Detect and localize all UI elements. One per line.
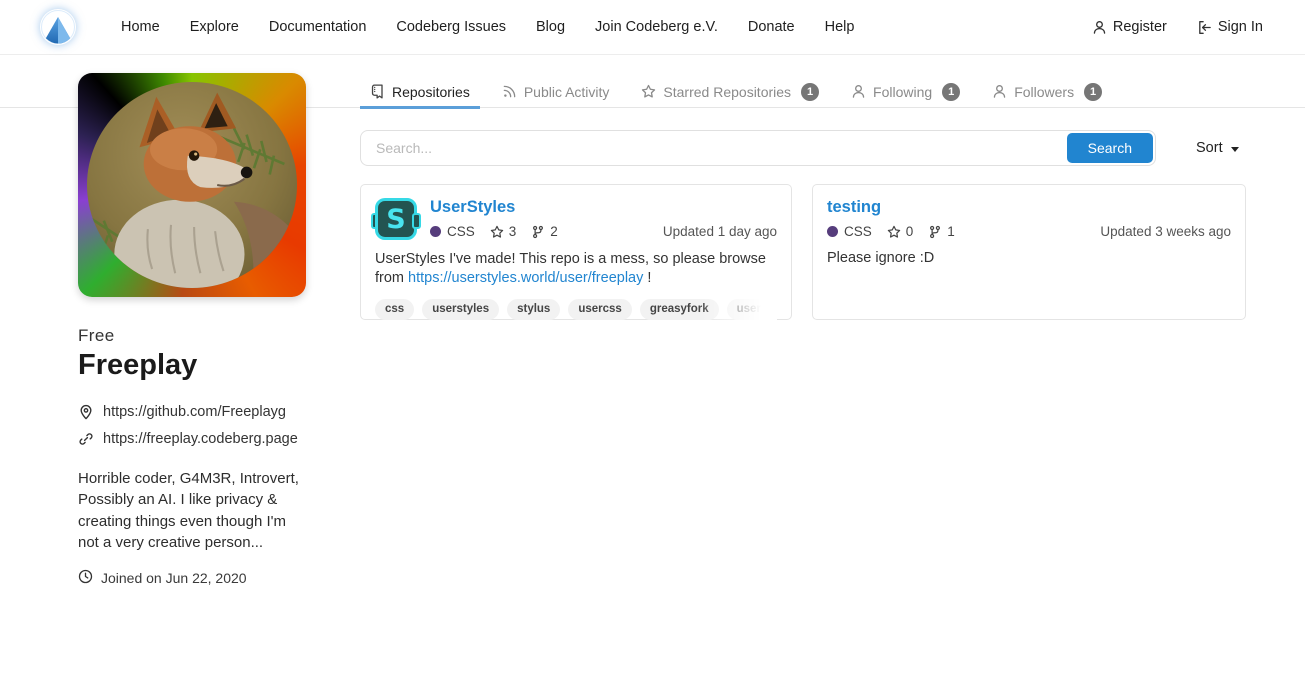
search-button[interactable]: Search <box>1067 133 1153 163</box>
person-icon <box>992 84 1007 99</box>
sign-in-label: Sign In <box>1218 19 1263 35</box>
tab-starred-repositories[interactable]: Starred Repositories 1 <box>631 75 829 108</box>
star-icon <box>490 225 504 239</box>
sign-in-link[interactable]: Sign In <box>1197 19 1263 35</box>
repo-topics: css userstyles stylus usercss greasyfork… <box>375 299 777 320</box>
profile-website-row: https://freeplay.codeberg.page <box>78 431 310 447</box>
topic-tag[interactable]: userstyles <box>422 299 499 320</box>
repo-search: Search <box>360 130 1156 166</box>
clock-icon <box>78 569 93 587</box>
repo-icon <box>370 84 385 99</box>
repo-fork-count: 1 <box>947 224 955 239</box>
profile-bio: Horrible coder, G4M3R, Introvert, Possib… <box>78 468 310 553</box>
profile-links: https://github.com/Freeplayg https://fre… <box>78 404 310 447</box>
git-fork-icon <box>531 225 545 239</box>
repository-list: S UserStyles CSS 3 <box>360 184 1246 320</box>
repo-meta-row: CSS 0 1 Updated 3 weeks ago <box>827 224 1231 239</box>
location-pin-icon <box>78 404 94 420</box>
nav-item-join-codeberg[interactable]: Join Codeberg e.V. <box>580 19 733 35</box>
profile-sidebar: Free Freeplay https://github.com/Freepla… <box>78 73 310 587</box>
repo-language: CSS <box>844 224 872 239</box>
nav-item-home[interactable]: Home <box>106 19 175 35</box>
rss-icon <box>502 84 517 99</box>
main-content: Repositories Public Activity Starred Rep… <box>360 75 1246 320</box>
register-link[interactable]: Register <box>1092 19 1167 35</box>
nav-item-help[interactable]: Help <box>810 19 870 35</box>
repo-avatar[interactable]: S <box>375 198 417 240</box>
repo-star-count: 3 <box>509 224 517 239</box>
language-dot <box>430 226 441 237</box>
profile-joined-date: Joined on Jun 22, 2020 <box>101 570 247 586</box>
nav-item-documentation[interactable]: Documentation <box>254 19 382 35</box>
profile-location-row: https://github.com/Freeplayg <box>78 404 310 420</box>
sort-label: Sort <box>1196 140 1223 156</box>
repo-title-link[interactable]: UserStyles <box>430 198 777 217</box>
tab-label: Public Activity <box>524 84 610 100</box>
repo-title-link[interactable]: testing <box>827 198 1231 217</box>
topic-tag[interactable]: stylus <box>507 299 560 320</box>
register-label: Register <box>1113 19 1167 35</box>
tab-label: Starred Repositories <box>663 84 791 100</box>
followers-count-badge: 1 <box>1084 83 1102 101</box>
topic-tag[interactable]: greasyfork <box>640 299 719 320</box>
sort-dropdown[interactable]: Sort <box>1196 140 1239 156</box>
repo-updated: Updated 1 day ago <box>663 224 777 239</box>
nav-item-codeberg-issues[interactable]: Codeberg Issues <box>381 19 521 35</box>
link-icon <box>78 431 94 447</box>
sign-in-icon <box>1197 20 1212 35</box>
site-header: Home Explore Documentation Codeberg Issu… <box>0 0 1305 55</box>
repo-description: UserStyles I've made! This repo is a mes… <box>375 250 777 288</box>
fox-photo <box>87 82 297 288</box>
profile-joined-row: Joined on Jun 22, 2020 <box>78 569 310 587</box>
person-icon <box>1092 20 1107 35</box>
person-icon <box>851 84 866 99</box>
description-link[interactable]: https://userstyles.world/user/freeplay <box>408 270 643 286</box>
profile-full-name: Free <box>78 326 310 346</box>
header-right: Register Sign In <box>1092 19 1263 35</box>
tab-label: Followers <box>1014 84 1074 100</box>
tab-following[interactable]: Following 1 <box>841 75 970 108</box>
repo-language: CSS <box>447 224 475 239</box>
tab-label: Following <box>873 84 932 100</box>
topic-tag[interactable]: usercss <box>568 299 631 320</box>
userstyles-logo-icon: S <box>375 198 417 240</box>
codeberg-profile-page: Home Explore Documentation Codeberg Issu… <box>0 0 1305 699</box>
nav-item-explore[interactable]: Explore <box>175 19 254 35</box>
tab-repositories[interactable]: Repositories <box>360 75 480 108</box>
starred-count-badge: 1 <box>801 83 819 101</box>
profile-github-link[interactable]: https://github.com/Freeplayg <box>103 404 286 420</box>
profile-website-link[interactable]: https://freeplay.codeberg.page <box>103 431 298 447</box>
tab-label: Repositories <box>392 84 470 100</box>
codeberg-logo[interactable] <box>40 9 76 45</box>
nav-item-donate[interactable]: Donate <box>733 19 810 35</box>
tab-followers[interactable]: Followers 1 <box>982 75 1112 108</box>
tab-public-activity[interactable]: Public Activity <box>492 75 620 108</box>
repo-fork-count: 2 <box>550 224 558 239</box>
repo-card-userstyles: S UserStyles CSS 3 <box>360 184 792 320</box>
profile-tabs: Repositories Public Activity Starred Rep… <box>360 75 1246 108</box>
main-nav: Home Explore Documentation Codeberg Issu… <box>106 19 869 35</box>
language-dot <box>827 226 838 237</box>
topic-tag[interactable]: userstyle <box>727 299 777 320</box>
search-row: Search Sort <box>360 130 1246 166</box>
topic-tag[interactable]: css <box>375 299 414 320</box>
following-count-badge: 1 <box>942 83 960 101</box>
search-input[interactable] <box>363 140 1067 156</box>
repo-updated: Updated 3 weeks ago <box>1100 224 1231 239</box>
repo-card-testing: testing CSS 0 1 Updated 3 weeks ago <box>812 184 1246 320</box>
git-fork-icon <box>928 225 942 239</box>
profile-username: Freeplay <box>78 349 310 382</box>
chevron-down-icon <box>1231 147 1239 152</box>
repo-description: Please ignore :D <box>827 249 1231 268</box>
star-icon <box>641 84 656 99</box>
repo-meta-row: CSS 3 2 Updated 1 day ago <box>430 224 777 239</box>
star-icon <box>887 225 901 239</box>
avatar[interactable] <box>78 73 306 297</box>
repo-star-count: 0 <box>906 224 914 239</box>
nav-item-blog[interactable]: Blog <box>521 19 580 35</box>
